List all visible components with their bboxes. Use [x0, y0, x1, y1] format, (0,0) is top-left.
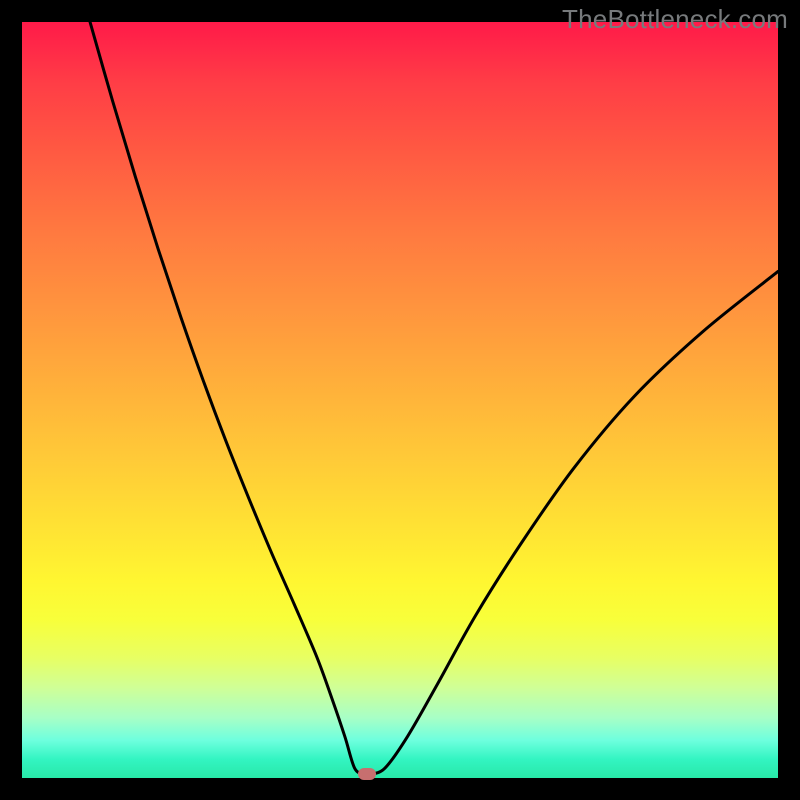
- plot-area: [22, 22, 778, 778]
- minimum-point-marker: [358, 768, 376, 780]
- watermark-label: TheBottleneck.com: [562, 4, 788, 35]
- curve-svg: [22, 22, 778, 778]
- bottleneck-curve: [90, 22, 778, 775]
